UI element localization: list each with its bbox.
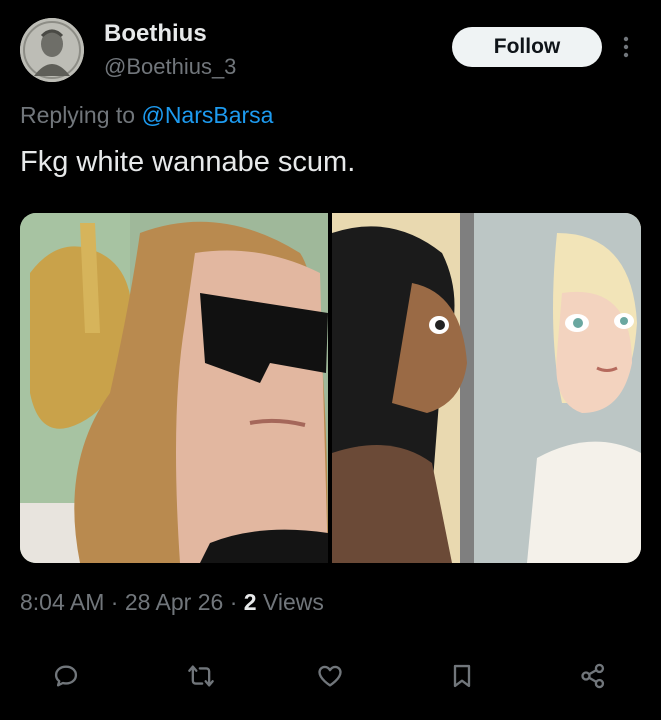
bookmark-icon xyxy=(453,664,471,688)
repost-arrows-icon xyxy=(188,665,214,687)
views-label: Views xyxy=(262,589,324,615)
action-bar xyxy=(0,648,661,704)
cartoon-mirror-image xyxy=(332,213,641,563)
post-time: 8:04 AM xyxy=(20,589,105,615)
repost-button[interactable] xyxy=(185,660,217,692)
follow-button[interactable]: Follow xyxy=(452,27,602,67)
share-button[interactable] xyxy=(577,660,609,692)
bookmark-button[interactable] xyxy=(446,660,478,692)
share-nodes-icon xyxy=(581,663,605,689)
post-meta: 8:04 AM · 28 Apr 26 · 2 Views xyxy=(20,589,324,615)
media-image-right[interactable] xyxy=(332,213,641,563)
author-name[interactable]: Boethius xyxy=(104,20,207,48)
replying-prefix: Replying to xyxy=(20,102,142,128)
more-options-button[interactable] xyxy=(618,34,634,60)
reply-bubble-icon xyxy=(54,665,78,687)
avatar-bust-image xyxy=(20,18,84,82)
photo-selfie-image xyxy=(20,213,329,563)
author-handle[interactable]: @Boethius_3 xyxy=(104,54,236,80)
avatar[interactable] xyxy=(20,18,84,82)
more-vertical-icon xyxy=(623,36,629,58)
heart-icon xyxy=(318,665,342,687)
reply-button[interactable] xyxy=(50,660,82,692)
media-image-left[interactable] xyxy=(20,213,329,563)
post-media[interactable] xyxy=(20,213,641,563)
replying-to-link[interactable]: @NarsBarsa xyxy=(141,102,273,128)
post-date: 28 Apr 26 xyxy=(124,589,224,615)
post-text: Fkg white wannabe scum. xyxy=(20,146,356,178)
replying-to-line: Replying to @NarsBarsa xyxy=(20,102,273,129)
views-count: 2 xyxy=(243,589,257,615)
like-button[interactable] xyxy=(314,660,346,692)
